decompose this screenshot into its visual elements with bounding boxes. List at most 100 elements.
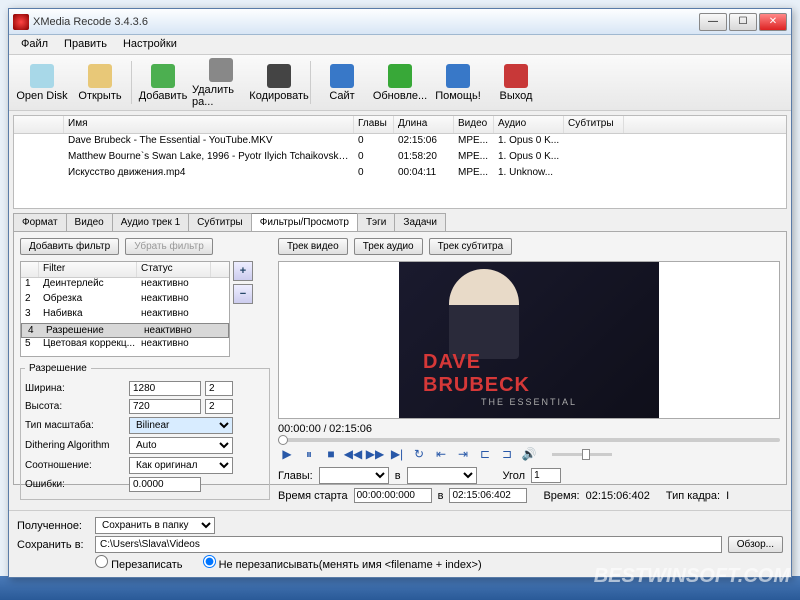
close-button[interactable]: ✕ — [759, 13, 787, 31]
cut-out-icon[interactable]: ⊐ — [498, 445, 516, 463]
toolbar-сайт[interactable]: Сайт — [313, 57, 371, 108]
track-audio-button[interactable]: Трек аудио — [354, 238, 423, 255]
dither-label: Dithering Algorithm — [25, 440, 125, 451]
toolbar-icon — [446, 64, 470, 88]
remove-filter-button[interactable]: Убрать фильтр — [125, 238, 213, 255]
next-icon[interactable]: ▶| — [388, 445, 406, 463]
toolbar-добавить[interactable]: Добавить — [134, 57, 192, 108]
file-col-0[interactable] — [14, 116, 64, 133]
height-input[interactable] — [129, 399, 201, 414]
dither-select[interactable]: Auto — [129, 437, 233, 454]
toolbar-открыть[interactable]: Открыть — [71, 57, 129, 108]
window-title: XMedia Recode 3.4.3.6 — [33, 16, 699, 28]
track-subtitle-button[interactable]: Трек субтитра — [429, 238, 513, 255]
filter-col-name: Filter — [39, 262, 137, 277]
menu-settings[interactable]: Настройки — [115, 35, 185, 54]
filter-row[interactable]: 2Обрезканеактивно — [21, 293, 229, 308]
chapter-to-select[interactable] — [407, 467, 477, 484]
toolbar-icon — [30, 64, 54, 88]
file-col-1[interactable]: Имя — [64, 116, 354, 133]
scale-label: Тип масштаба: — [25, 420, 125, 431]
tab-3[interactable]: Субтитры — [188, 213, 252, 231]
scale-select[interactable]: Bilinear — [129, 417, 233, 434]
loop-icon[interactable]: ↻ — [410, 445, 428, 463]
tab-5[interactable]: Тэги — [357, 213, 395, 231]
play-icon[interactable]: ▶ — [278, 445, 296, 463]
filter-up-button[interactable]: + — [233, 261, 253, 281]
no-overwrite-radio[interactable] — [203, 555, 216, 568]
chapter-from-select[interactable] — [319, 467, 389, 484]
volume-slider[interactable] — [552, 453, 612, 456]
tab-bar: ФорматВидеоАудио трек 1СубтитрыФильтры/П… — [13, 213, 791, 231]
filter-row[interactable]: 4Разрешениенеактивно — [21, 323, 229, 338]
file-col-3[interactable]: Длина — [394, 116, 454, 133]
stop-icon[interactable]: ■ — [322, 445, 340, 463]
angle-input[interactable] — [531, 468, 561, 483]
tab-6[interactable]: Задачи — [394, 213, 446, 231]
menu-edit[interactable]: Править — [56, 35, 115, 54]
filter-row[interactable]: 1Деинтерлейснеактивно — [21, 278, 229, 293]
file-col-4[interactable]: Видео — [454, 116, 494, 133]
filter-table[interactable]: Filter Статус 1Деинтерлейснеактивно2Обре… — [20, 261, 230, 357]
pause-icon[interactable]: ⏸ — [300, 445, 318, 463]
toolbar-кодировать[interactable]: Кодировать — [250, 57, 308, 108]
filter-col-num — [21, 262, 39, 277]
errors-input[interactable] — [129, 477, 201, 492]
width-input[interactable] — [129, 381, 201, 396]
angle-label: Угол — [503, 470, 526, 482]
browse-button[interactable]: Обзор... — [728, 536, 783, 553]
file-row[interactable]: Matthew Bourne`s Swan Lake, 1996 - Pyotr… — [14, 150, 786, 166]
filter-col-status: Статус — [137, 262, 211, 277]
height-step[interactable] — [205, 399, 233, 414]
toolbar-icon — [504, 64, 528, 88]
toolbar-помощь![interactable]: Помощь! — [429, 57, 487, 108]
bottom-panel: Полученное: Сохранить в папку Сохранить … — [9, 510, 791, 577]
width-step[interactable] — [205, 381, 233, 396]
toolbar-выход[interactable]: Выход — [487, 57, 545, 108]
volume-icon[interactable]: 🔊 — [520, 445, 538, 463]
cut-in-icon[interactable]: ⊏ — [476, 445, 494, 463]
tab-1[interactable]: Видео — [66, 213, 113, 231]
track-video-button[interactable]: Трек видео — [278, 238, 348, 255]
toolbar-icon — [88, 64, 112, 88]
filter-row[interactable]: 3Набивканеактивно — [21, 308, 229, 323]
height-label: Высота: — [25, 401, 125, 412]
save-path[interactable]: C:\Users\Slava\Videos — [95, 536, 722, 553]
time-value: 02:15:06:402 — [586, 490, 650, 502]
ratio-select[interactable]: Как оригинал — [129, 457, 233, 474]
toolbar-обновле...[interactable]: Обновле... — [371, 57, 429, 108]
menu-file[interactable]: Файл — [13, 35, 56, 54]
forward-icon[interactable]: ▶▶ — [366, 445, 384, 463]
chapters-label: Главы: — [278, 470, 313, 482]
app-icon — [13, 14, 29, 30]
start-time-input[interactable] — [354, 488, 432, 503]
maximize-button[interactable]: ☐ — [729, 13, 757, 31]
file-row[interactable]: Искусство движения.mp4000:04:11MPE...1. … — [14, 166, 786, 182]
toolbar-icon — [330, 64, 354, 88]
toolbar-icon — [209, 58, 233, 82]
toolbar-удалить ра...[interactable]: Удалить ра... — [192, 57, 250, 108]
output-select[interactable]: Сохранить в папку — [95, 517, 215, 534]
taskbar — [0, 576, 800, 600]
seek-slider[interactable] — [278, 438, 780, 442]
toolbar-open disk[interactable]: Open Disk — [13, 57, 71, 108]
toolbar: Open DiskОткрытьДобавитьУдалить ра...Код… — [9, 55, 791, 111]
file-list[interactable]: ИмяГлавыДлинаВидеоАудиоСубтитры Dave Bru… — [13, 115, 787, 209]
file-col-6[interactable]: Субтитры — [564, 116, 624, 133]
mark-out-icon[interactable]: ⇥ — [454, 445, 472, 463]
overwrite-radio[interactable] — [95, 555, 108, 568]
file-col-2[interactable]: Главы — [354, 116, 394, 133]
end-time-input[interactable] — [449, 488, 527, 503]
add-filter-button[interactable]: Добавить фильтр — [20, 238, 119, 255]
rewind-icon[interactable]: ◀◀ — [344, 445, 362, 463]
album-line1: DAVE — [423, 351, 577, 374]
mark-in-icon[interactable]: ⇤ — [432, 445, 450, 463]
minimize-button[interactable]: — — [699, 13, 727, 31]
tab-0[interactable]: Формат — [13, 213, 67, 231]
tab-4[interactable]: Фильтры/Просмотр — [251, 213, 358, 231]
file-col-5[interactable]: Аудио — [494, 116, 564, 133]
tab-2[interactable]: Аудио трек 1 — [112, 213, 189, 231]
filter-row[interactable]: 5Цветовая коррекц...неактивно — [21, 338, 229, 353]
filter-down-button[interactable]: − — [233, 284, 253, 304]
file-row[interactable]: Dave Brubeck - The Essential - YouTube.M… — [14, 134, 786, 150]
